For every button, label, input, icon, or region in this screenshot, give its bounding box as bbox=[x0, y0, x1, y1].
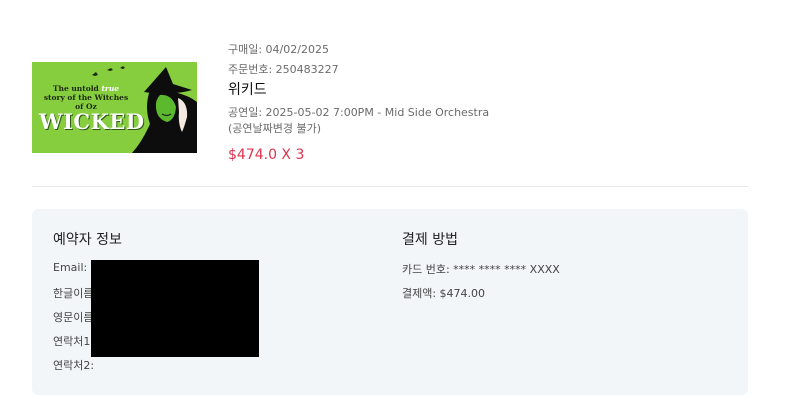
section-divider bbox=[32, 186, 748, 187]
phone1-label: 연락처1 bbox=[53, 335, 91, 348]
order-number: 주문번호: 250483227 bbox=[228, 63, 339, 76]
purchase-date: 구매일: 04/02/2025 bbox=[228, 43, 329, 56]
korean-name-label: 한글이름 bbox=[53, 287, 94, 300]
show-title[interactable]: 위키드 bbox=[228, 79, 489, 101]
poster-tagline: The untold true story of the Witches of … bbox=[43, 84, 129, 111]
price: $474.0 X 3 bbox=[228, 147, 305, 163]
email-label: Email: bbox=[53, 261, 88, 274]
order-item: The untold true story of the Witches of … bbox=[32, 36, 748, 186]
payment-heading: 결제 방법 bbox=[402, 232, 458, 248]
phone2-label: 연락처2: bbox=[53, 359, 95, 372]
details-panel: 예약자 정보 Email: 한글이름 영문이름 연락처1 연락처2: 결제 방법… bbox=[32, 209, 748, 395]
english-name-label: 영문이름 bbox=[53, 311, 94, 324]
poster-title: WICKED bbox=[39, 109, 145, 134]
booker-heading: 예약자 정보 bbox=[53, 232, 122, 248]
card-number: 카드 번호: **** **** **** XXXX bbox=[402, 263, 560, 276]
payment-amount: 결제액: $474.00 bbox=[402, 287, 486, 300]
redaction-box bbox=[91, 260, 259, 357]
show-poster[interactable]: The untold true story of the Witches of … bbox=[32, 62, 197, 153]
order-info: 구매일: 04/02/2025 주문번호: 250483227 위키드 공연일:… bbox=[228, 40, 489, 163]
